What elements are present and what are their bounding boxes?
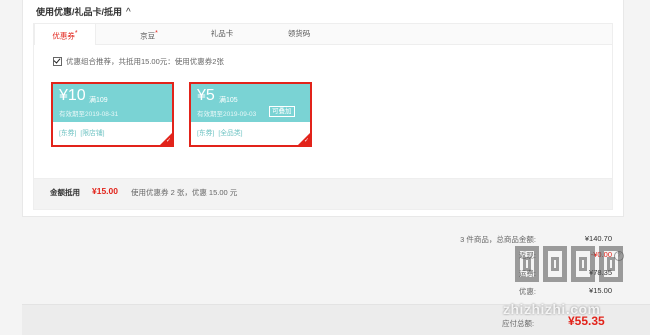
tab-gift-card[interactable]: 礼品卡 (192, 24, 252, 44)
total-value: ¥15.00 (589, 286, 612, 295)
checkmark-icon: ✓ (165, 138, 171, 144)
checkmark-icon: ✓ (303, 138, 309, 144)
coupon-condition: 满109 (89, 97, 108, 104)
tab-pickup-code[interactable]: 领货码 (269, 24, 329, 44)
tab-jingdou-label: 京豆 (140, 31, 156, 41)
section-title[interactable]: 使用优惠/礼品卡/抵用 ^ (36, 5, 131, 18)
coupon-header: ¥5 满105 有效期至2019-09-03 可叠加 (191, 84, 310, 122)
total-label: 运费: (518, 269, 536, 278)
coupon-amount: ¥5 (197, 87, 215, 104)
coupon-expiry: 有效期至2019-08-31 (59, 111, 119, 118)
total-label: 3 件商品，总商品金额: (460, 235, 536, 244)
summary-label: 金额抵用 (50, 188, 80, 197)
coupon-panel: 使用优惠/礼品卡/抵用 ^ 优惠券* 京豆* 礼品卡 领货码 优惠组合推荐，共抵用… (22, 0, 624, 217)
recommend-text: 优惠组合推荐，共抵用15.00元：使用优惠券2张 (66, 57, 224, 66)
section-title-text: 使用优惠/礼品卡/抵用 (36, 7, 123, 17)
recommend-checkbox[interactable] (53, 57, 62, 66)
tab-jingdou[interactable]: 京豆* (119, 24, 179, 44)
total-value: ¥78.35 (589, 268, 612, 277)
total-row: 返现: -¥0.00 ? (352, 250, 624, 262)
stackable-badge: 可叠加 (269, 106, 295, 117)
tab-pickup-code-label: 领货码 (287, 29, 311, 38)
help-icon[interactable]: ? (614, 251, 624, 261)
payable-label: 应付总额: (502, 319, 535, 328)
tab-coupon-mark: * (74, 30, 78, 37)
order-totals: 3 件商品，总商品金额: ¥140.70 返现: -¥0.00 ? 运费: ¥7… (0, 230, 650, 300)
discount-summary: 金额抵用 ¥15.00 使用优惠券 2 张，优惠 15.00 元 (33, 178, 613, 210)
recommend-row: 优惠组合推荐，共抵用15.00元：使用优惠券2张 (53, 56, 224, 67)
coupon-tag: [东券] (197, 130, 215, 137)
coupon-content: 优惠组合推荐，共抵用15.00元：使用优惠券2张 ¥10 满109 有效期至20… (33, 44, 613, 180)
payable-bar: 应付总额: ¥55.35 (22, 304, 650, 335)
tab-bar: 优惠券* 京豆* 礼品卡 领货码 (33, 23, 613, 45)
tab-gift-card-label: 礼品卡 (210, 29, 234, 38)
coupon-card[interactable]: ¥10 满109 有效期至2019-08-31 [东券] [限店铺] ✓ (51, 82, 174, 147)
tab-coupon-label: 优惠券 (52, 31, 75, 41)
total-row: 运费: ¥78.35 (352, 268, 612, 280)
coupon-header: ¥10 满109 有效期至2019-08-31 (53, 84, 172, 122)
coupon-card[interactable]: ¥5 满105 有效期至2019-09-03 可叠加 [东券] [全品类] ✓ (189, 82, 312, 147)
total-value: -¥0.00 (590, 250, 612, 259)
coupon-tags: [东券] [限店铺] (59, 127, 109, 137)
payable-amount: ¥55.35 (568, 314, 605, 328)
tab-coupon[interactable]: 优惠券* (34, 24, 96, 45)
coupon-tag: [全品类] (218, 130, 243, 137)
coupon-tags: [东券] [全品类] (197, 127, 247, 137)
coupon-amount: ¥10 (59, 87, 86, 104)
coupon-tag: [东券] (59, 130, 77, 137)
coupon-tag: [限店铺] (80, 130, 105, 137)
coupon-condition: 满105 (219, 97, 238, 104)
total-label: 优惠: (518, 287, 536, 296)
coupon-expiry: 有效期至2019-09-03 (197, 111, 257, 118)
summary-amount: ¥15.00 (92, 186, 118, 196)
total-value: ¥140.70 (584, 234, 612, 243)
total-row: 3 件商品，总商品金额: ¥140.70 (352, 234, 612, 246)
summary-description: 使用优惠券 2 张，优惠 15.00 元 (131, 188, 238, 197)
tab-jingdou-mark: * (155, 30, 158, 37)
total-row: 优惠: ¥15.00 (352, 286, 612, 298)
total-label: 返现: (518, 251, 536, 260)
chevron-up-icon[interactable]: ^ (126, 7, 131, 18)
